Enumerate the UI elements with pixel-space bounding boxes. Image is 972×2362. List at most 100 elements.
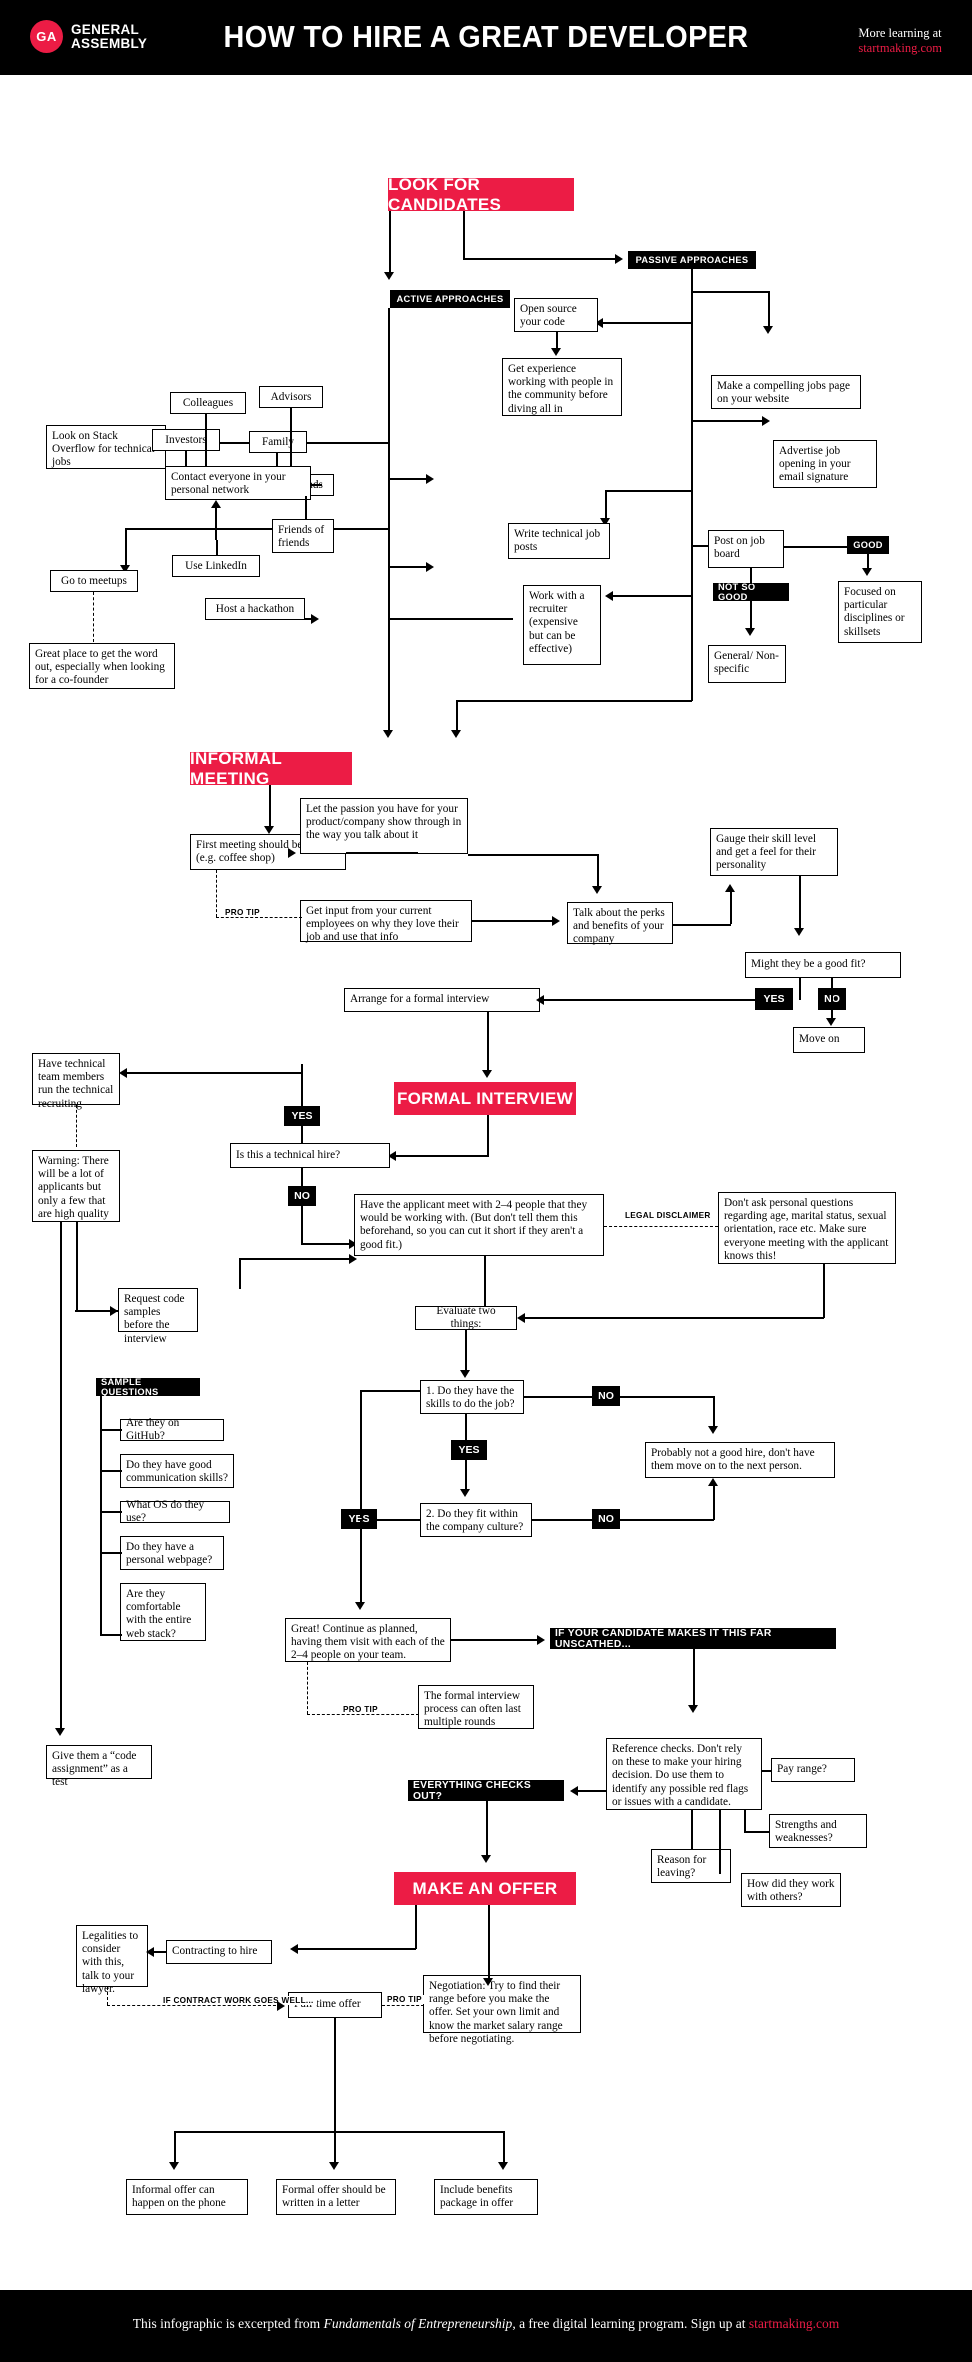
connector [100, 1396, 102, 1636]
arrowhead [277, 2001, 285, 2011]
connector [468, 854, 599, 856]
connector [100, 1429, 122, 1431]
arrowhead [288, 848, 296, 858]
footer-link[interactable]: startmaking.com [749, 2316, 839, 2331]
node-sample-question: Are they on GitHub? [120, 1417, 224, 1442]
node-jobs-page: Make a compelling jobs page on your webs… [711, 375, 861, 409]
connector [823, 1264, 825, 1318]
label-no: NO [592, 1509, 620, 1529]
arrowhead [763, 326, 773, 334]
label-yes: YES [284, 1106, 320, 1126]
connector [456, 700, 458, 732]
connector-dashed [382, 2005, 424, 2006]
connector [60, 1222, 62, 1732]
connector [456, 700, 692, 702]
connector [100, 1511, 122, 1513]
arrowhead [688, 1705, 698, 1713]
connector [290, 408, 292, 466]
node-investors: Investors [152, 429, 220, 451]
connector [719, 1810, 721, 1874]
connector [388, 568, 390, 732]
node-sample-question: What OS do they use? [120, 1499, 230, 1524]
node-pay-range: Pay range? [771, 1758, 855, 1782]
node-write-job-posts: Write technical job posts [508, 523, 610, 559]
footer-text: This infographic is excerpted from Funda… [0, 2316, 972, 2332]
connector [388, 566, 428, 568]
connector [465, 1414, 467, 1440]
connector [524, 1396, 594, 1398]
node-code-assignment: Give them a “code assignment” as a test [46, 1745, 152, 1788]
connector [301, 1243, 351, 1245]
connector [605, 490, 692, 492]
connector [784, 546, 848, 548]
node-stack-overflow: Look on Stack Overflow for technical job… [46, 425, 166, 469]
connector [618, 1396, 714, 1398]
connector [334, 2131, 336, 2165]
connector-dashed [216, 917, 302, 918]
arrowhead [826, 1018, 836, 1026]
arrowhead [762, 416, 770, 426]
node-formal-offer: Formal offer should be written in a lett… [276, 2179, 396, 2215]
connector [503, 2131, 505, 2165]
more-learning-link[interactable]: startmaking.com [858, 41, 942, 56]
node-advisors: Advisors [259, 386, 323, 408]
arrowhead [355, 1602, 365, 1610]
arrowhead [384, 272, 394, 280]
connector [465, 1330, 467, 1374]
connector-dashed [93, 592, 94, 642]
node-not-good-hire: Probably not a good hire, don't have the… [645, 1442, 835, 1478]
connector [451, 1639, 539, 1641]
node-colleagues: Colleagues [170, 392, 246, 414]
node-email-signature: Advertise job opening in your email sign… [773, 440, 877, 488]
arrowhead [862, 568, 872, 576]
connector-dashed [604, 1226, 718, 1227]
connector [768, 291, 770, 328]
arrowhead [794, 928, 804, 936]
connector [691, 1810, 693, 1850]
connector [389, 211, 391, 274]
connector-dashed [107, 2005, 281, 2006]
connector [205, 414, 207, 466]
connector [750, 601, 752, 630]
arrowhead [290, 1944, 298, 1954]
connector [600, 322, 692, 324]
arrowhead [482, 1070, 492, 1078]
arrowhead [745, 628, 755, 636]
arrowhead [537, 1635, 545, 1645]
node-legal-disclaimer: Don't ask personal questions regarding a… [718, 1192, 896, 1264]
node-gauge-skill: Gauge their skill level and get a feel f… [710, 828, 838, 876]
connector [124, 1072, 302, 1074]
node-get-experience: Get experience working with people in th… [502, 358, 622, 416]
more-learning: More learning at startmaking.com [858, 26, 942, 56]
node-work-with-recruiter: Work with a recruiter (expensive but can… [523, 585, 601, 665]
arrowhead [451, 730, 461, 738]
label-legal-disclaimer: LEGAL DISCLAIMER [622, 1211, 714, 1220]
node-go-to-meetups: Go to meetups [50, 570, 138, 592]
stage-look-for-candidates: LOOK FOR CANDIDATES [388, 175, 574, 214]
connector [610, 595, 692, 597]
arrowhead [169, 2162, 179, 2170]
arrowhead [460, 1489, 470, 1497]
arrowhead [592, 886, 602, 894]
connector [305, 496, 307, 519]
connector [269, 785, 271, 829]
arrowhead [264, 826, 274, 834]
footer-text-after: , a free digital learning program. Sign … [512, 2316, 749, 2331]
node-use-linkedin: Use LinkedIn [172, 555, 260, 577]
label-contract-goes-well: IF CONTRACT WORK GOES WELL... [160, 1996, 317, 2005]
connector-dashed [216, 870, 217, 917]
stage-formal-interview: FORMAL INTERVIEW [394, 1082, 576, 1115]
label-everything-checks-out: EVERYTHING CHECKS OUT? [408, 1780, 564, 1802]
connector-dashed [76, 1105, 77, 1147]
arrowhead [110, 1306, 118, 1316]
node-reference-checks: Reference checks. Don't rely on these to… [606, 1738, 762, 1810]
connector [750, 568, 752, 584]
connector [346, 852, 418, 854]
label-pro-tip: PRO TIP [340, 1705, 381, 1714]
connector [100, 1634, 122, 1636]
connector [125, 528, 389, 530]
more-learning-label: More learning at [858, 26, 942, 40]
node-open-source: Open source your code [514, 298, 598, 332]
connector [388, 478, 428, 480]
connector [487, 1012, 489, 1074]
